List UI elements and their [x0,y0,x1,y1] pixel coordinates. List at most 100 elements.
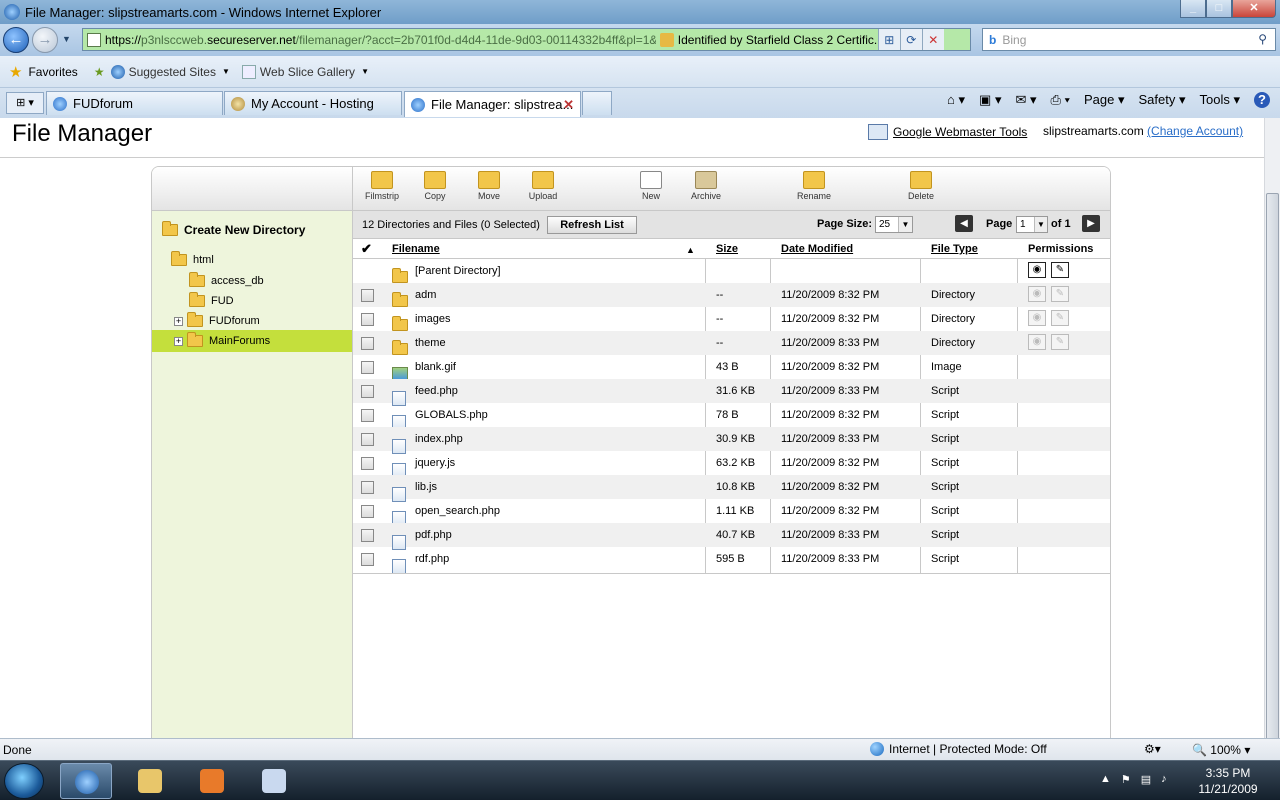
suggested-sites-link[interactable]: Suggested Sites [129,65,216,79]
page-scrollbar[interactable] [1264,118,1280,753]
move-button[interactable]: Move [464,171,514,201]
view-permission-icon[interactable]: ◉ [1028,262,1046,278]
row-checkbox[interactable] [361,337,374,350]
refresh-list-button[interactable]: Refresh List [547,216,637,234]
zoom-level[interactable]: 🔍 100% ▾ [1192,743,1250,757]
close-tab-icon[interactable]: ✕ [563,97,574,113]
table-row[interactable]: adm -- 11/20/2009 8:32 PM Directory ◉ ✎ [353,283,1110,307]
tree-item-html[interactable]: html [171,251,214,269]
edit-permission-icon[interactable]: ✎ [1051,286,1069,302]
date-column-header[interactable]: Date Modified [781,243,853,255]
page-menu[interactable]: Page ▾ [1084,92,1125,108]
chevron-down-icon[interactable]: ▼ [222,67,230,76]
scrollbar-thumb[interactable] [1266,193,1279,753]
back-button[interactable]: ← [3,27,29,53]
table-row[interactable]: GLOBALS.php 78 B 11/20/2009 8:32 PM Script [353,403,1110,430]
tree-item-mainforums[interactable]: + MainForums [174,332,270,350]
add-to-favorites-icon[interactable]: ★ [94,65,105,79]
change-account-link[interactable]: (Change Account) [1147,124,1243,138]
security-identity[interactable]: Identified by Starfield Class 2 Certific… [678,33,878,47]
mail-icon[interactable]: ✉ ▾ [1015,92,1036,108]
expand-icon[interactable]: + [174,336,183,346]
archive-button[interactable]: Archive [681,171,731,201]
chevron-down-icon[interactable]: ▼ [361,67,369,76]
table-row[interactable]: jquery.js 63.2 KB 11/20/2009 8:32 PM Script [353,451,1110,478]
security-zone[interactable]: Internet | Protected Mode: Off [870,742,1047,756]
file-name[interactable]: GLOBALS.php [415,409,488,421]
file-name[interactable]: theme [415,337,446,349]
rename-button[interactable]: Rename [789,171,839,201]
view-permission-icon[interactable]: ◉ [1028,334,1046,350]
previous-page-button[interactable]: ◀ [955,215,973,232]
file-name[interactable]: rdf.php [415,553,449,565]
tab-fudforum[interactable]: FUDforum [46,91,223,115]
row-checkbox[interactable] [361,529,374,542]
tree-item-access-db[interactable]: access_db [189,272,264,290]
expand-icon[interactable]: + [174,316,183,326]
safety-menu[interactable]: Safety ▾ [1139,92,1186,108]
table-row[interactable]: images -- 11/20/2009 8:32 PM Directory ◉ ✎ [353,307,1110,331]
window-titlebar[interactable]: File Manager: slipstreamarts.com - Windo… [0,0,1280,24]
home-icon[interactable]: ⌂ ▾ [947,92,965,108]
tree-item-fud[interactable]: FUD [189,292,234,310]
file-name[interactable]: feed.php [415,385,458,397]
row-checkbox[interactable] [361,289,374,302]
table-row[interactable]: open_search.php 1.11 KB 11/20/2009 8:32 PM… [353,499,1110,526]
favorites-button[interactable]: Favorites [28,65,77,79]
parent-directory-row[interactable]: [Parent Directory] ◉ ✎ [353,259,1110,283]
row-checkbox[interactable] [361,313,374,326]
filmstrip-button[interactable]: Filmstrip [357,171,407,201]
search-icon[interactable]: ⚲ [1258,32,1267,46]
address-field[interactable]: https://p3nlsccweb. secureserver.net/file… [82,28,971,51]
start-button[interactable] [4,763,44,799]
webmaster-tools-link[interactable]: Google Webmaster Tools [893,125,1027,139]
refresh-icon[interactable]: ⟳ [899,29,922,50]
page-number-select[interactable]: 1 ▼ [1016,216,1048,233]
clock[interactable]: 3:35 PM 11/21/2009 [1196,765,1260,797]
taskbar-explorer[interactable] [124,763,176,799]
lock-icon[interactable] [659,32,674,47]
new-button[interactable]: New [626,171,676,201]
row-checkbox[interactable] [361,553,374,566]
row-checkbox[interactable] [361,457,374,470]
quick-tabs-button[interactable]: ⊞ ▾ [6,92,44,114]
minimize-button[interactable]: _ [1180,0,1206,18]
copy-button[interactable]: Copy [410,171,460,201]
network-icon[interactable]: ▤ [1141,773,1151,786]
file-name[interactable]: lib.js [415,481,437,493]
create-new-directory-button[interactable]: Create New Directory [162,221,305,237]
table-row[interactable]: pdf.php 40.7 KB 11/20/2009 8:33 PM Script [353,523,1110,550]
taskbar-media-player[interactable] [186,763,238,799]
action-center-flag-icon[interactable]: ⚑ [1121,773,1131,786]
print-icon[interactable]: ⎙ ▾ [1051,92,1070,108]
forward-button[interactable]: → [32,27,58,53]
feeds-icon[interactable]: ▣ ▾ [979,92,1001,108]
tab-my-account[interactable]: My Account - Hosting [224,91,402,115]
row-checkbox[interactable] [361,409,374,422]
maximize-button[interactable]: □ [1206,0,1232,18]
tab-file-manager[interactable]: File Manager: slipstrea... ✕ [404,91,581,117]
file-name[interactable]: index.php [415,433,463,445]
delete-button[interactable]: Delete [896,171,946,201]
close-window-button[interactable]: ✕ [1232,0,1276,18]
filename-column-header[interactable]: Filename [392,243,440,255]
show-hidden-icons-icon[interactable]: ▲ [1100,773,1111,786]
accelerator-icon[interactable]: ⚙▾ [1144,742,1161,756]
stop-icon[interactable]: ✕ [921,29,944,50]
taskbar-paint[interactable] [248,763,300,799]
file-name[interactable]: pdf.php [415,529,452,541]
tree-item-fudforum[interactable]: + FUDforum [174,312,260,330]
edit-permission-icon[interactable]: ✎ [1051,334,1069,350]
page-size-select[interactable]: 25 ▼ [875,216,913,233]
taskbar-internet-explorer[interactable] [60,763,112,799]
size-column-header[interactable]: Size [716,243,738,255]
file-name[interactable]: images [415,313,450,325]
tools-menu[interactable]: Tools ▾ [1200,92,1241,108]
table-row[interactable]: blank.gif 43 B 11/20/2009 8:32 PM Image [353,355,1110,380]
edit-permission-icon[interactable]: ✎ [1051,262,1069,278]
upload-button[interactable]: Upload [518,171,568,201]
row-checkbox[interactable] [361,361,374,374]
file-name[interactable]: adm [415,289,436,301]
select-all-checkmark-icon[interactable]: ✔ [361,241,372,257]
row-checkbox[interactable] [361,505,374,518]
